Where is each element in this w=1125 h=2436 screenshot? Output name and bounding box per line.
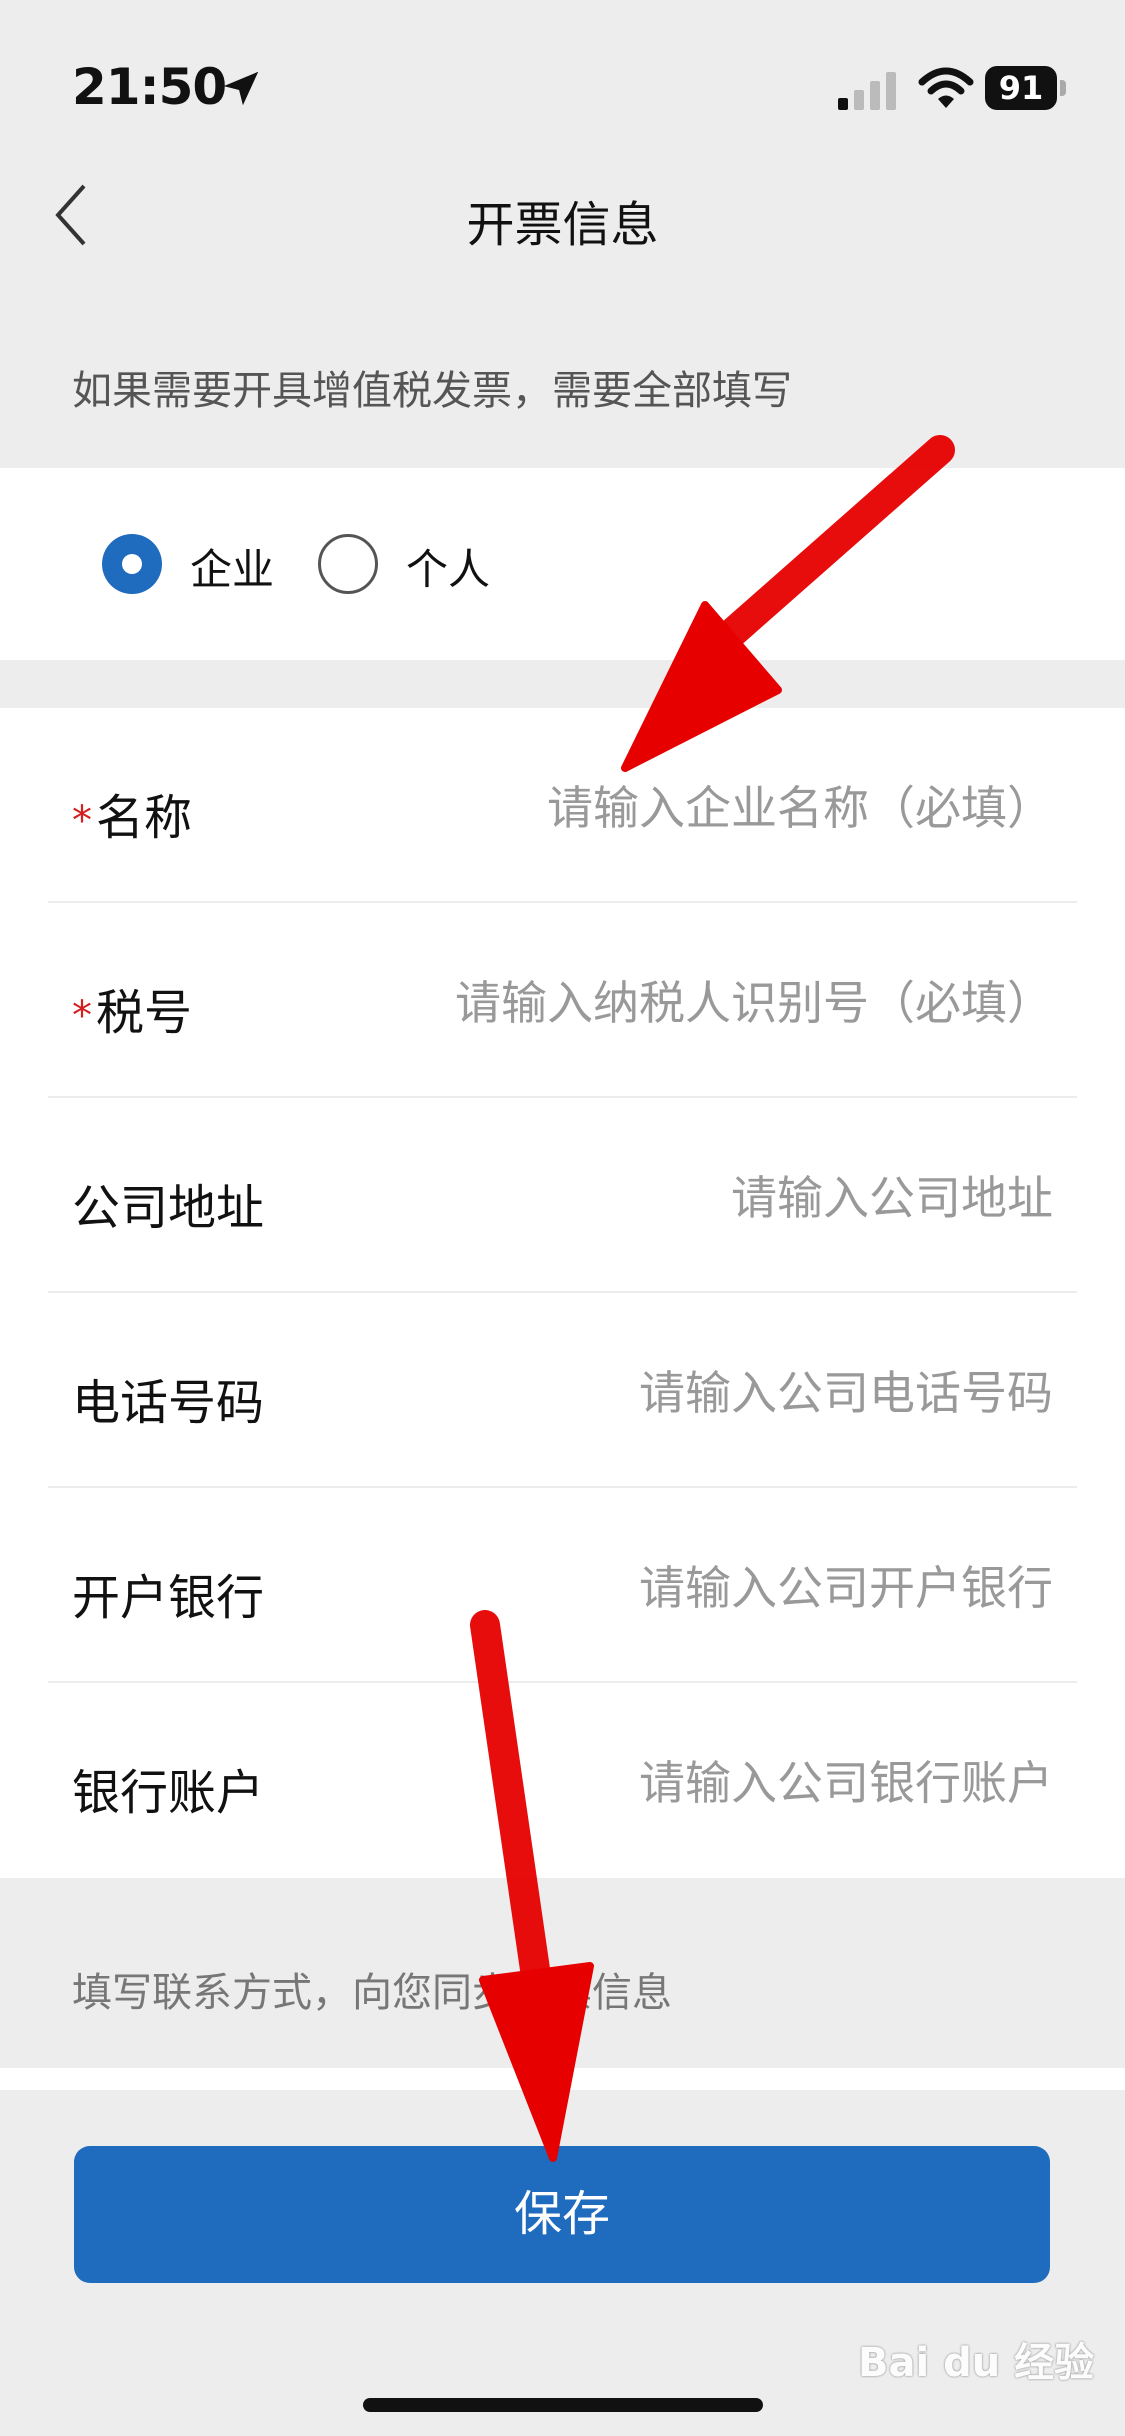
- wifi-icon: [918, 67, 974, 108]
- tax-id-label: *税号: [72, 985, 193, 1041]
- battery-indicator: 91: [985, 66, 1067, 110]
- battery-level: 91: [985, 66, 1057, 110]
- status-time: 21:50: [72, 58, 227, 116]
- required-mark: *: [72, 798, 92, 844]
- account-label: 银行账户: [72, 1765, 265, 1821]
- page-title: 开票信息: [466, 197, 659, 253]
- form-row-account: 银行账户: [0, 1683, 1125, 1878]
- company-name-input[interactable]: [433, 768, 1053, 848]
- cellular-signal-icon: [838, 72, 896, 110]
- bank-account-input[interactable]: [433, 1743, 1053, 1823]
- radio-enterprise[interactable]: [102, 534, 162, 594]
- vat-invoice-hint: 如果需要开具增值税发票，需要全部填写: [72, 368, 792, 414]
- bank-label: 开户银行: [72, 1570, 265, 1626]
- contact-section-edge: [0, 2068, 1125, 2090]
- form-row-bank: 开户银行: [0, 1488, 1125, 1683]
- form-row-phone: 电话号码: [0, 1293, 1125, 1488]
- company-phone-input[interactable]: [433, 1353, 1053, 1433]
- bank-name-input[interactable]: [433, 1548, 1053, 1628]
- form-row-tax-id: *税号: [0, 903, 1125, 1098]
- tax-id-input[interactable]: [433, 963, 1053, 1043]
- address-label: 公司地址: [72, 1180, 265, 1236]
- form-row-address: 公司地址: [0, 1098, 1125, 1293]
- radio-personal[interactable]: [318, 534, 378, 594]
- save-button[interactable]: 保存: [74, 2146, 1050, 2283]
- contact-hint: 填写联系方式，向您同步发票信息: [72, 1970, 672, 2016]
- radio-personal-label[interactable]: 个人: [406, 536, 490, 597]
- phone-label: 电话号码: [72, 1375, 265, 1431]
- battery-cap: [1060, 80, 1066, 96]
- invoice-form: *名称 *税号 公司地址 电话号码 开户银行 银行账户: [0, 708, 1125, 1878]
- location-arrow-icon: [223, 71, 259, 106]
- required-mark: *: [72, 993, 92, 1039]
- invoice-type-selector: 企业 个人: [0, 468, 1125, 660]
- company-address-input[interactable]: [433, 1158, 1053, 1238]
- radio-enterprise-label[interactable]: 企业: [190, 536, 274, 597]
- baidu-watermark: Bai du 经验: [858, 2340, 1095, 2386]
- home-indicator: [363, 2398, 763, 2412]
- name-label: *名称: [72, 790, 193, 846]
- form-row-name: *名称: [0, 708, 1125, 903]
